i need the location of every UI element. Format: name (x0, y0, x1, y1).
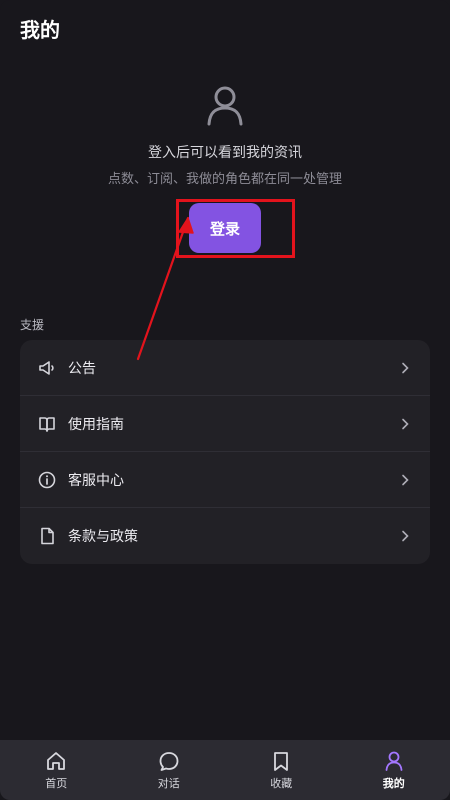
home-icon (47, 751, 66, 770)
document-icon (41, 527, 54, 545)
nav-tab-label: 收藏 (270, 776, 293, 790)
nav-tab-label: 首页 (45, 776, 68, 790)
chevron-right-icon (402, 418, 409, 429)
info-icon (38, 471, 56, 488)
bottom-navigation: 首页 对话 收藏 我的 (0, 740, 450, 800)
chevron-right-icon (402, 474, 409, 485)
bookmark-icon (274, 751, 289, 771)
support-item-announcement[interactable]: 公告 (20, 340, 430, 396)
login-panel: 登入后可以看到我的资讯 点数、订阅、我做的角色都在同一处管理 (0, 86, 450, 187)
support-section-label: 支援 (20, 318, 45, 332)
nav-tab-label: 我的 (382, 776, 405, 790)
support-item-guide[interactable]: 使用指南 (20, 396, 430, 452)
login-title: 登入后可以看到我的资讯 (148, 145, 302, 161)
nav-tab-label: 对话 (157, 776, 180, 790)
book-icon (39, 416, 55, 432)
support-item-label: 使用指南 (68, 416, 124, 433)
chevron-right-icon (402, 530, 409, 542)
support-item-label: 条款与政策 (68, 529, 138, 545)
support-item-terms[interactable]: 条款与政策 (20, 508, 430, 564)
nav-tab-profile[interactable]: 我的 (338, 740, 450, 800)
page-title: 我的 (20, 18, 60, 42)
support-item-label: 公告 (68, 360, 96, 377)
nav-tab-chat[interactable]: 对话 (113, 740, 226, 800)
login-button[interactable]: 登录 (189, 203, 261, 253)
nav-tab-favorites[interactable]: 收藏 (225, 740, 338, 800)
chat-icon (159, 751, 179, 771)
login-subtitle: 点数、订阅、我做的角色都在同一处管理 (107, 172, 342, 187)
nav-tab-home[interactable]: 首页 (0, 740, 113, 800)
megaphone-icon (39, 360, 54, 375)
user-icon (385, 751, 403, 771)
user-icon (207, 86, 243, 126)
app-window: 我的 登入后可以看到我的资讯 点数、订阅、我做的角色都在同一处管理 登录 支援 … (0, 0, 450, 800)
chevron-right-icon (402, 362, 409, 373)
support-item-label: 客服中心 (68, 472, 124, 489)
support-menu: 公告 使用指南 客服中心 条款与政策 (20, 340, 430, 564)
support-item-customer-service[interactable]: 客服中心 (20, 452, 430, 508)
